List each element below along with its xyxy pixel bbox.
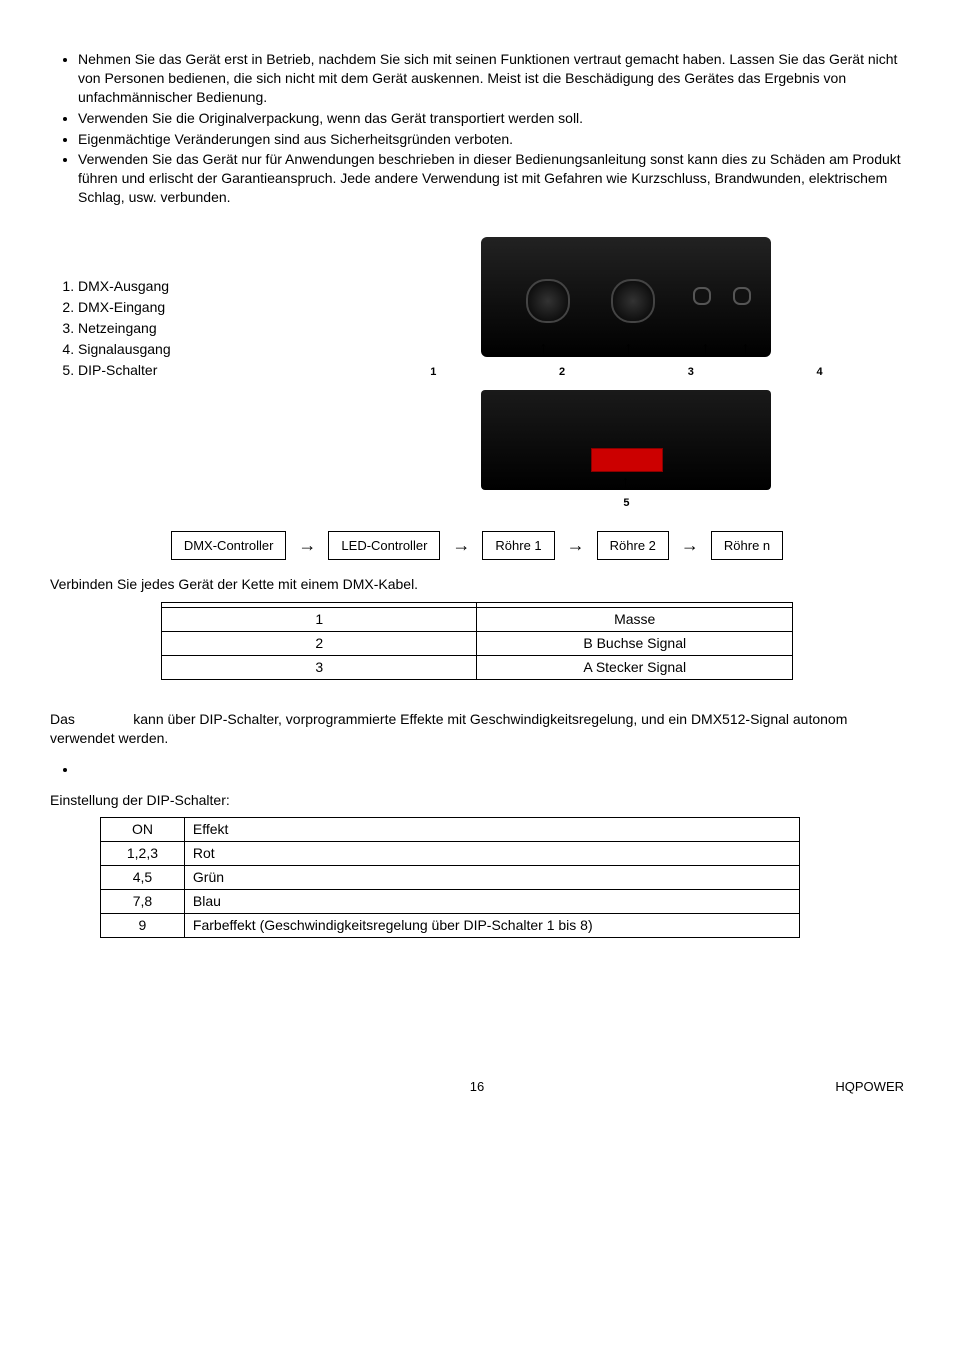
- empty-bullet-list: [50, 760, 904, 779]
- empty-bullet: [78, 760, 904, 779]
- dip-switch-icon: [591, 448, 663, 472]
- bullet-item: Verwenden Sie das Gerät nur für Anwendun…: [78, 150, 904, 207]
- table-cell: ON: [101, 818, 185, 842]
- table-cell: 7,8: [101, 890, 185, 914]
- arrow-right-icon: →: [452, 533, 470, 557]
- pin-table: 1Masse 2B Buchse Signal 3A Stecker Signa…: [161, 602, 793, 680]
- usage-text-b: kann über DIP-Schalter, vorprogrammierte…: [50, 711, 847, 746]
- device-front-image: ↑ ↑ ↑ ↑: [481, 237, 771, 357]
- bullet-item: Verwenden Sie die Originalverpackung, we…: [78, 109, 904, 128]
- description-section: DMX-Ausgang DMX-Eingang Netzeingang Sign…: [50, 237, 904, 511]
- img-label: 2: [559, 365, 565, 380]
- table-cell: 4,5: [101, 866, 185, 890]
- table-cell: Masse: [477, 608, 792, 632]
- dip-table: ONEffekt 1,2,3Rot 4,5Grün 7,8Blau 9Farbe…: [100, 817, 800, 937]
- usage-text-a: Das: [50, 711, 75, 727]
- verbinden-text: Verbinden Sie jedes Gerät der Kette mit …: [50, 575, 904, 594]
- table-cell: 9: [101, 914, 185, 938]
- description-list: DMX-Ausgang DMX-Eingang Netzeingang Sign…: [50, 277, 349, 379]
- img2-label: 5: [349, 496, 904, 511]
- desc-item: Signalausgang: [78, 340, 349, 359]
- device-images: ↑ ↑ ↑ ↑ 1 2 3 4 ↑ 5: [349, 237, 904, 511]
- bullet-item: Eigenmächtige Veränderungen sind aus Sic…: [78, 130, 904, 149]
- usage-text: Das kann über DIP-Schalter, vorprogrammi…: [50, 710, 904, 748]
- arrow-up-icon: ↑: [741, 338, 749, 360]
- table-cell: Effekt: [184, 818, 799, 842]
- table-cell: 1: [162, 608, 477, 632]
- flow-box: Röhre n: [711, 531, 783, 561]
- arrow-right-icon: →: [298, 533, 316, 557]
- table-cell: Grün: [184, 866, 799, 890]
- arrow-up-icon: ↑: [624, 338, 632, 360]
- arrow-up-icon: ↑: [701, 338, 709, 360]
- table-cell: A Stecker Signal: [477, 656, 792, 680]
- table-cell: Rot: [184, 842, 799, 866]
- arrow-right-icon: →: [567, 533, 585, 557]
- top-bullets: Nehmen Sie das Gerät erst in Betrieb, na…: [50, 50, 904, 207]
- einstellung-text: Einstellung der DIP-Schalter:: [50, 791, 904, 810]
- desc-item: DMX-Eingang: [78, 298, 349, 317]
- description-list-container: DMX-Ausgang DMX-Eingang Netzeingang Sign…: [50, 237, 349, 511]
- bullet-item: Nehmen Sie das Gerät erst in Betrieb, na…: [78, 50, 904, 107]
- arrow-right-icon: →: [681, 533, 699, 557]
- img-label: 1: [430, 365, 436, 380]
- flow-box: Röhre 1: [482, 531, 554, 561]
- arrow-up-icon: ↑: [539, 338, 547, 360]
- arrow-up-icon: ↑: [621, 472, 629, 494]
- flow-box: DMX-Controller: [171, 531, 287, 561]
- flow-box: Röhre 2: [597, 531, 669, 561]
- port-icon: [693, 287, 711, 305]
- table-cell: Blau: [184, 890, 799, 914]
- flow-diagram: DMX-Controller → LED-Controller → Röhre …: [50, 531, 904, 561]
- page-footer: 16 HQPOWER: [50, 1078, 904, 1096]
- table-cell: B Buchse Signal: [477, 632, 792, 656]
- table-cell: Farbeffekt (Geschwindigkeitsregelung übe…: [184, 914, 799, 938]
- desc-item: Netzeingang: [78, 319, 349, 338]
- knob-icon: [611, 279, 655, 323]
- img-label: 3: [688, 365, 694, 380]
- desc-item: DMX-Ausgang: [78, 277, 349, 296]
- table-cell: 3: [162, 656, 477, 680]
- footer-left: [50, 1078, 335, 1096]
- table-cell: 1,2,3: [101, 842, 185, 866]
- flow-box: LED-Controller: [328, 531, 440, 561]
- desc-item: DIP-Schalter: [78, 361, 349, 380]
- port-icon: [733, 287, 751, 305]
- brand-label: HQPOWER: [619, 1078, 904, 1096]
- table-cell: 2: [162, 632, 477, 656]
- img-label: 4: [817, 365, 823, 380]
- page-number: 16: [335, 1078, 620, 1096]
- image-labels-row: 1 2 3 4: [349, 365, 904, 380]
- device-back-image: ↑: [481, 390, 771, 490]
- knob-icon: [526, 279, 570, 323]
